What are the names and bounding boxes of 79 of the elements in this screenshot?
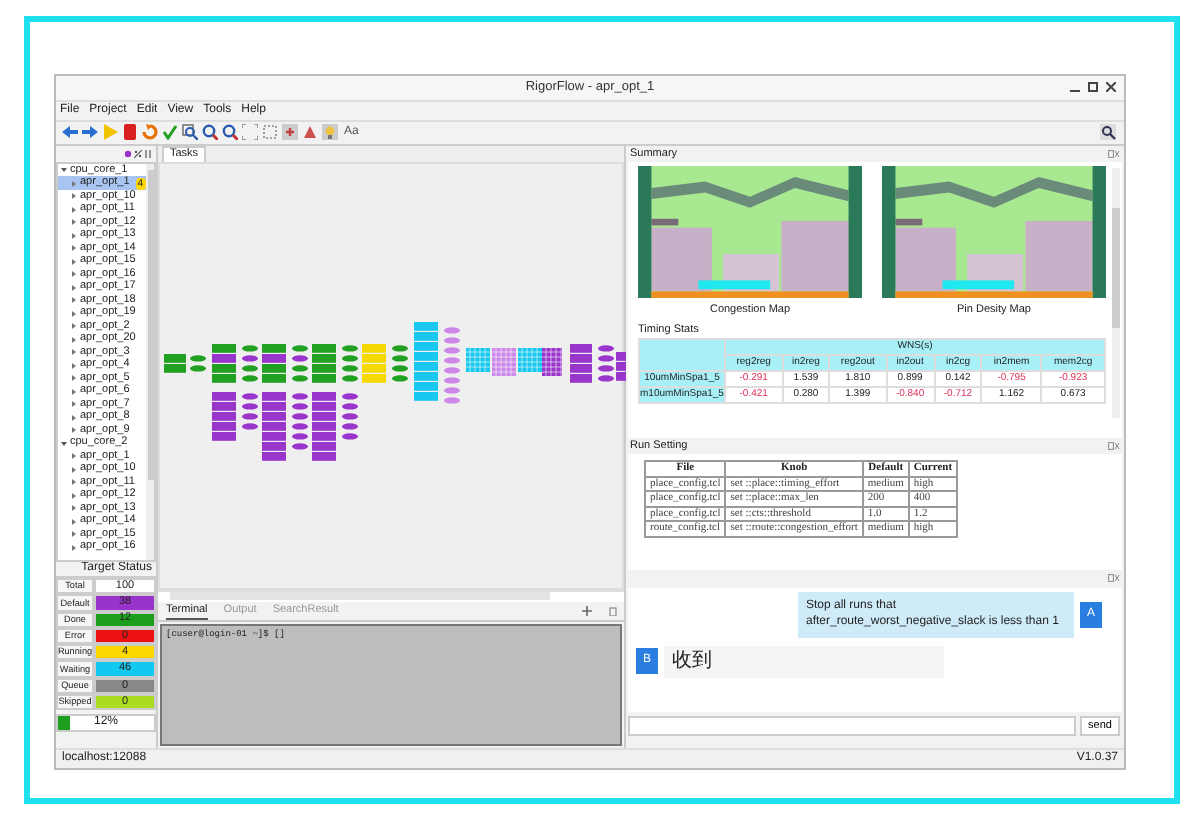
task-node-grid[interactable] bbox=[491, 347, 517, 377]
expand-arrow-icon[interactable] bbox=[70, 283, 78, 292]
task-node-stack[interactable] bbox=[414, 321, 438, 401]
trash-icon[interactable] bbox=[608, 605, 618, 616]
expand-arrow-icon[interactable] bbox=[70, 231, 78, 240]
expand-arrow-icon[interactable] bbox=[60, 439, 68, 448]
expand-arrow-icon[interactable] bbox=[70, 530, 78, 539]
stop-icon[interactable] bbox=[122, 124, 138, 141]
connector-stack bbox=[342, 393, 358, 440]
connector-stack bbox=[392, 345, 408, 382]
refresh-icon[interactable] bbox=[142, 124, 158, 141]
right-arrow-icon[interactable] bbox=[82, 124, 98, 141]
task-node-stack[interactable] bbox=[212, 391, 236, 441]
expand-arrow-icon[interactable] bbox=[70, 218, 78, 227]
expand-arrow-icon[interactable] bbox=[70, 192, 78, 201]
fit-icon[interactable] bbox=[262, 124, 278, 141]
expand-arrow-icon[interactable] bbox=[70, 413, 78, 422]
dock-icon[interactable] bbox=[1108, 149, 1120, 158]
dot-icon[interactable] bbox=[124, 149, 132, 158]
task-node-stack[interactable] bbox=[262, 343, 286, 383]
check-icon[interactable] bbox=[162, 124, 178, 141]
connector-stack bbox=[444, 327, 460, 404]
zoom-fit-icon[interactable] bbox=[182, 124, 198, 141]
expand-arrow-icon[interactable] bbox=[70, 465, 78, 474]
expand-arrow-icon[interactable] bbox=[70, 205, 78, 214]
expand-arrow-icon[interactable] bbox=[70, 504, 78, 513]
task-node-stack[interactable] bbox=[570, 343, 592, 383]
connector-stack bbox=[292, 345, 308, 382]
maximize-icon[interactable] bbox=[1088, 82, 1098, 92]
expand-arrow-icon[interactable] bbox=[70, 426, 78, 435]
expand-arrow-icon[interactable] bbox=[70, 361, 78, 370]
expand-icon[interactable] bbox=[242, 124, 258, 141]
search-icon[interactable] bbox=[1100, 124, 1116, 141]
zoom-in-icon[interactable] bbox=[202, 124, 218, 141]
zoom-out-icon[interactable] bbox=[222, 124, 238, 141]
expand-arrow-icon[interactable] bbox=[70, 244, 78, 253]
task-node-stack[interactable] bbox=[312, 343, 336, 383]
task-node-stack[interactable] bbox=[362, 343, 386, 383]
dock-icon[interactable] bbox=[1108, 574, 1120, 583]
expand-arrow-icon[interactable] bbox=[70, 348, 78, 357]
expand-arrow-icon[interactable] bbox=[70, 452, 78, 461]
expand-arrow-icon[interactable] bbox=[70, 517, 78, 526]
connector-stack bbox=[292, 393, 308, 450]
plus-icon[interactable] bbox=[582, 605, 592, 616]
expand-arrow-icon[interactable] bbox=[70, 478, 78, 487]
expand-arrow-icon[interactable] bbox=[70, 296, 78, 305]
expand-arrow-icon[interactable] bbox=[70, 322, 78, 331]
percent-icon[interactable] bbox=[134, 149, 142, 158]
expand-arrow-icon[interactable] bbox=[70, 387, 78, 396]
expand-arrow-icon[interactable] bbox=[70, 309, 78, 318]
expand-arrow-icon[interactable] bbox=[70, 257, 78, 266]
bulb-icon[interactable] bbox=[322, 124, 338, 141]
task-node-stack[interactable] bbox=[164, 353, 186, 373]
expand-arrow-icon[interactable] bbox=[70, 270, 78, 279]
task-node-grid[interactable] bbox=[465, 347, 491, 373]
connector-stack bbox=[598, 345, 614, 382]
message-field[interactable] bbox=[628, 715, 1076, 736]
expand-arrow-icon[interactable] bbox=[70, 335, 78, 344]
expand-arrow-icon[interactable] bbox=[70, 491, 78, 500]
task-node-stack[interactable] bbox=[262, 391, 286, 461]
connector-stack bbox=[242, 393, 258, 430]
chat-message: 收到 bbox=[664, 645, 944, 678]
expand-arrow-icon[interactable] bbox=[70, 374, 78, 383]
expand-arrow-icon[interactable] bbox=[70, 543, 78, 552]
left-arrow-icon[interactable] bbox=[62, 124, 78, 141]
triangle-icon[interactable] bbox=[302, 124, 318, 141]
expand-arrow-icon[interactable] bbox=[60, 166, 68, 175]
connector-stack bbox=[342, 345, 358, 382]
table-cell bbox=[639, 338, 725, 371]
task-node-grid[interactable] bbox=[517, 347, 543, 373]
expand-arrow-icon[interactable] bbox=[70, 400, 78, 409]
close-icon[interactable] bbox=[1106, 82, 1116, 92]
connector-stack bbox=[242, 345, 258, 382]
task-node-grid[interactable] bbox=[541, 347, 563, 377]
task-node-stack[interactable] bbox=[312, 391, 336, 461]
task-node-stack[interactable] bbox=[616, 351, 626, 381]
dock-icon[interactable] bbox=[1108, 441, 1120, 450]
task-node-stack[interactable] bbox=[212, 343, 236, 383]
connector-stack bbox=[190, 355, 206, 372]
